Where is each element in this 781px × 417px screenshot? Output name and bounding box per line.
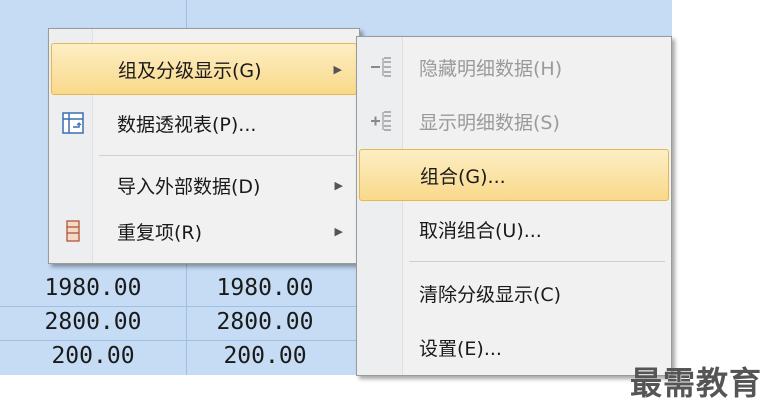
submenu-item-ungroup[interactable]: 取消组合(U)... xyxy=(359,203,669,255)
cell-r3-c2[interactable]: 200.00 xyxy=(180,343,350,369)
pivot-table-icon xyxy=(61,111,85,135)
menu-item-group-outline[interactable]: 组及分级显示(G) ▶ xyxy=(51,43,357,95)
menu-separator xyxy=(409,261,665,262)
menu-item-label: 重复项(R) xyxy=(117,221,203,244)
submenu-item-label: 设置(E)... xyxy=(419,337,502,360)
submenu-item-label: 取消组合(U)... xyxy=(419,219,542,242)
submenu-item-show-detail[interactable]: 显示明细数据(S) xyxy=(359,95,669,147)
cell-r2-c2[interactable]: 2800.00 xyxy=(180,309,350,335)
submenu-item-label: 显示明细数据(S) xyxy=(419,111,560,134)
submenu-arrow-icon: ▶ xyxy=(334,224,343,238)
duplicates-icon xyxy=(61,219,85,243)
data-context-menu: 组及分级显示(G) ▶ 数据透视表(P)... 导入外部数据(D) ▶ 重复项(… xyxy=(48,28,360,264)
submenu-item-label: 隐藏明细数据(H) xyxy=(419,57,563,80)
submenu-item-clear-outline[interactable]: 清除分级显示(C) xyxy=(359,267,669,319)
cell-r1-c2[interactable]: 1980.00 xyxy=(180,275,350,301)
submenu-arrow-icon: ▶ xyxy=(334,178,343,192)
cell-r2-c1[interactable]: 2800.00 xyxy=(8,309,178,335)
menu-item-label: 数据透视表(P)... xyxy=(117,113,257,136)
show-detail-icon xyxy=(369,109,393,133)
row-divider xyxy=(0,340,356,341)
row-divider xyxy=(0,306,356,307)
menu-separator xyxy=(99,155,355,156)
menu-item-label: 组及分级显示(G) xyxy=(118,59,262,82)
group-outline-submenu: 隐藏明细数据(H) 显示明细数据(S) 组合(G)... 取消组合(U)... … xyxy=(356,36,672,376)
submenu-arrow-icon: ▶ xyxy=(333,62,342,76)
submenu-item-label: 组合(G)... xyxy=(420,165,506,188)
menu-item-duplicates[interactable]: 重复项(R) ▶ xyxy=(51,205,357,257)
cell-r3-c1[interactable]: 200.00 xyxy=(8,343,178,369)
hide-detail-icon xyxy=(369,55,393,79)
watermark: 最需教育 xyxy=(630,364,763,402)
submenu-item-label: 清除分级显示(C) xyxy=(419,283,562,306)
submenu-item-hide-detail[interactable]: 隐藏明细数据(H) xyxy=(359,41,669,93)
submenu-item-group[interactable]: 组合(G)... xyxy=(359,149,669,201)
menu-item-import-external-data[interactable]: 导入外部数据(D) ▶ xyxy=(51,159,357,211)
selected-range-top xyxy=(356,0,672,38)
cell-r1-c1[interactable]: 1980.00 xyxy=(8,275,178,301)
menu-item-label: 导入外部数据(D) xyxy=(117,175,261,198)
menu-item-pivot-table[interactable]: 数据透视表(P)... xyxy=(51,97,357,149)
submenu-item-settings[interactable]: 设置(E)... xyxy=(359,321,669,373)
